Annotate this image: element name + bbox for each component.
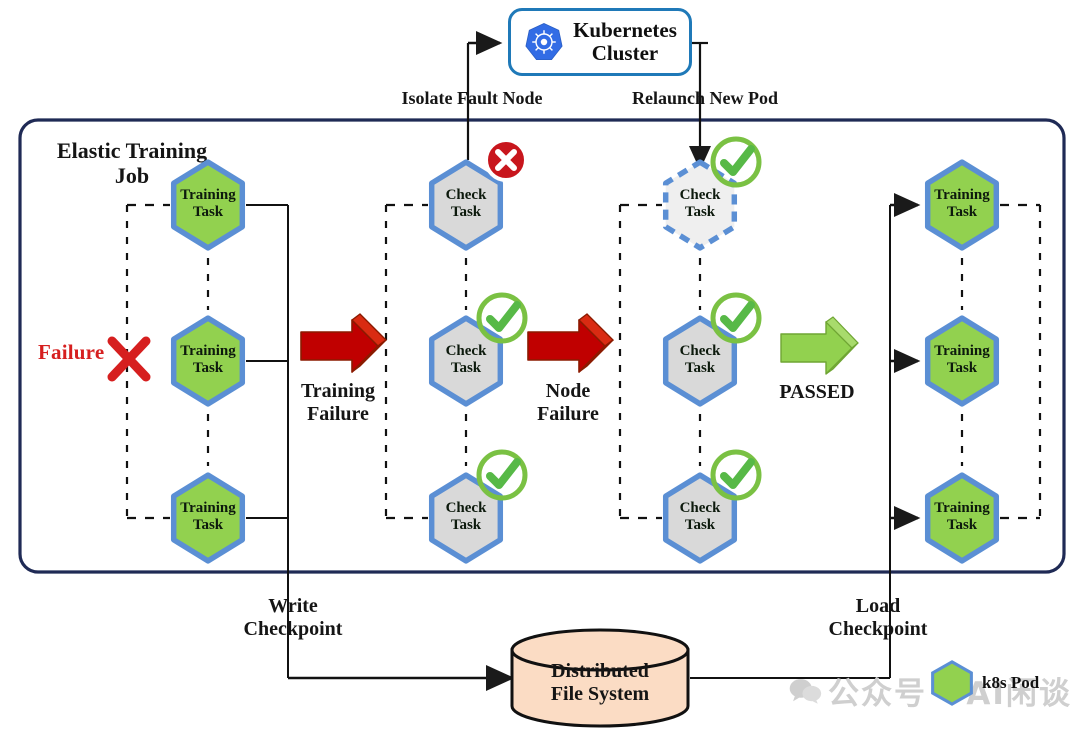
- hexagon-shape: [924, 315, 1000, 407]
- status-badge-pass: [707, 446, 765, 504]
- k8s-line2: Cluster: [591, 41, 659, 65]
- write-checkpoint-line1: Write: [268, 595, 318, 617]
- node-training-tasks-resumed-3[interactable]: Training Task: [923, 472, 1001, 564]
- training-failure-line2: Failure: [307, 403, 369, 425]
- node-training-tasks-resumed-2[interactable]: Training Task: [923, 315, 1001, 407]
- node-check-tasks-first-round-3[interactable]: Check Task: [427, 449, 528, 564]
- load-checkpoint-line2: Checkpoint: [828, 618, 928, 640]
- training-failure-line1: Training: [300, 380, 376, 402]
- check-circle-icon: [476, 449, 528, 501]
- wechat-icon: [789, 678, 822, 704]
- legend-label: k8s Pod: [982, 673, 1040, 692]
- node-check-tasks-first-round-1[interactable]: Check Task: [427, 138, 528, 251]
- kubernetes-cluster-label: Kubernetes Cluster: [573, 19, 677, 65]
- label-relaunch-new-pod: Relaunch New Pod: [631, 88, 778, 108]
- node-training-tasks-resumed-1[interactable]: Training Task: [923, 159, 1001, 251]
- label-passed: PASSED: [779, 381, 855, 403]
- status-badge-pass: [707, 289, 765, 347]
- k8s-line1: Kubernetes: [573, 18, 677, 42]
- label-training-failure: Training Failure: [272, 380, 404, 426]
- status-badge-pass: [707, 133, 765, 191]
- arrow-training-failure: [300, 313, 388, 373]
- check-circle-icon: [476, 292, 528, 344]
- kubernetes-cluster-box[interactable]: Kubernetes Cluster: [508, 8, 692, 76]
- write-checkpoint-line2: Checkpoint: [243, 618, 343, 640]
- dfs-line1: Distributed: [551, 660, 649, 682]
- kubernetes-helm-icon: [525, 23, 563, 61]
- green-hexagon-swatch-icon: [931, 660, 973, 706]
- arrow-node-failure: [527, 313, 615, 373]
- hexagon-shape: [924, 472, 1000, 564]
- node-training-tasks-initial-2[interactable]: Training Task: [169, 315, 247, 407]
- hexagon-shape: [924, 159, 1000, 251]
- node-training-tasks-initial-3[interactable]: Training Task: [169, 472, 247, 564]
- status-badge-pass: [473, 446, 531, 504]
- node-failure-line1: Node: [545, 380, 591, 402]
- node-check-tasks-second-round-3[interactable]: Check Task: [661, 449, 762, 564]
- node-check-tasks-second-round-1[interactable]: Check Task: [661, 136, 762, 251]
- hexagon-shape: [170, 472, 246, 564]
- node-check-tasks-first-round-2[interactable]: Check Task: [427, 292, 528, 407]
- status-badge-fail: [483, 137, 529, 183]
- label-write-checkpoint: Write Checkpoint: [218, 595, 368, 641]
- label-node-failure: Node Failure: [506, 380, 630, 426]
- arrow-passed: [780, 316, 859, 375]
- label-isolate-fault-node: Isolate Fault Node: [401, 88, 543, 108]
- label-load-checkpoint: Load Checkpoint: [803, 595, 953, 641]
- hexagon-shape: [170, 159, 246, 251]
- dfs-line2: File System: [550, 683, 650, 705]
- diagram-canvas: Kubernetes Cluster Isolate Fault Node Re…: [0, 0, 1080, 732]
- load-checkpoint-line1: Load: [855, 595, 901, 617]
- distributed-file-system-label: Distributed File System: [510, 660, 690, 706]
- check-circle-icon: [710, 292, 762, 344]
- error-x-icon: [484, 138, 528, 182]
- check-circle-icon: [710, 449, 762, 501]
- node-failure-line2: Failure: [537, 403, 599, 425]
- status-badge-pass: [473, 289, 531, 347]
- hexagon-shape: [170, 315, 246, 407]
- node-training-tasks-initial-1[interactable]: Training Task: [169, 159, 247, 251]
- failure-label: Failure: [38, 340, 105, 364]
- check-circle-icon: [710, 136, 762, 188]
- failure-x-icon: [107, 336, 151, 382]
- legend: k8s Pod: [930, 660, 1039, 706]
- node-check-tasks-second-round-2[interactable]: Check Task: [661, 292, 762, 407]
